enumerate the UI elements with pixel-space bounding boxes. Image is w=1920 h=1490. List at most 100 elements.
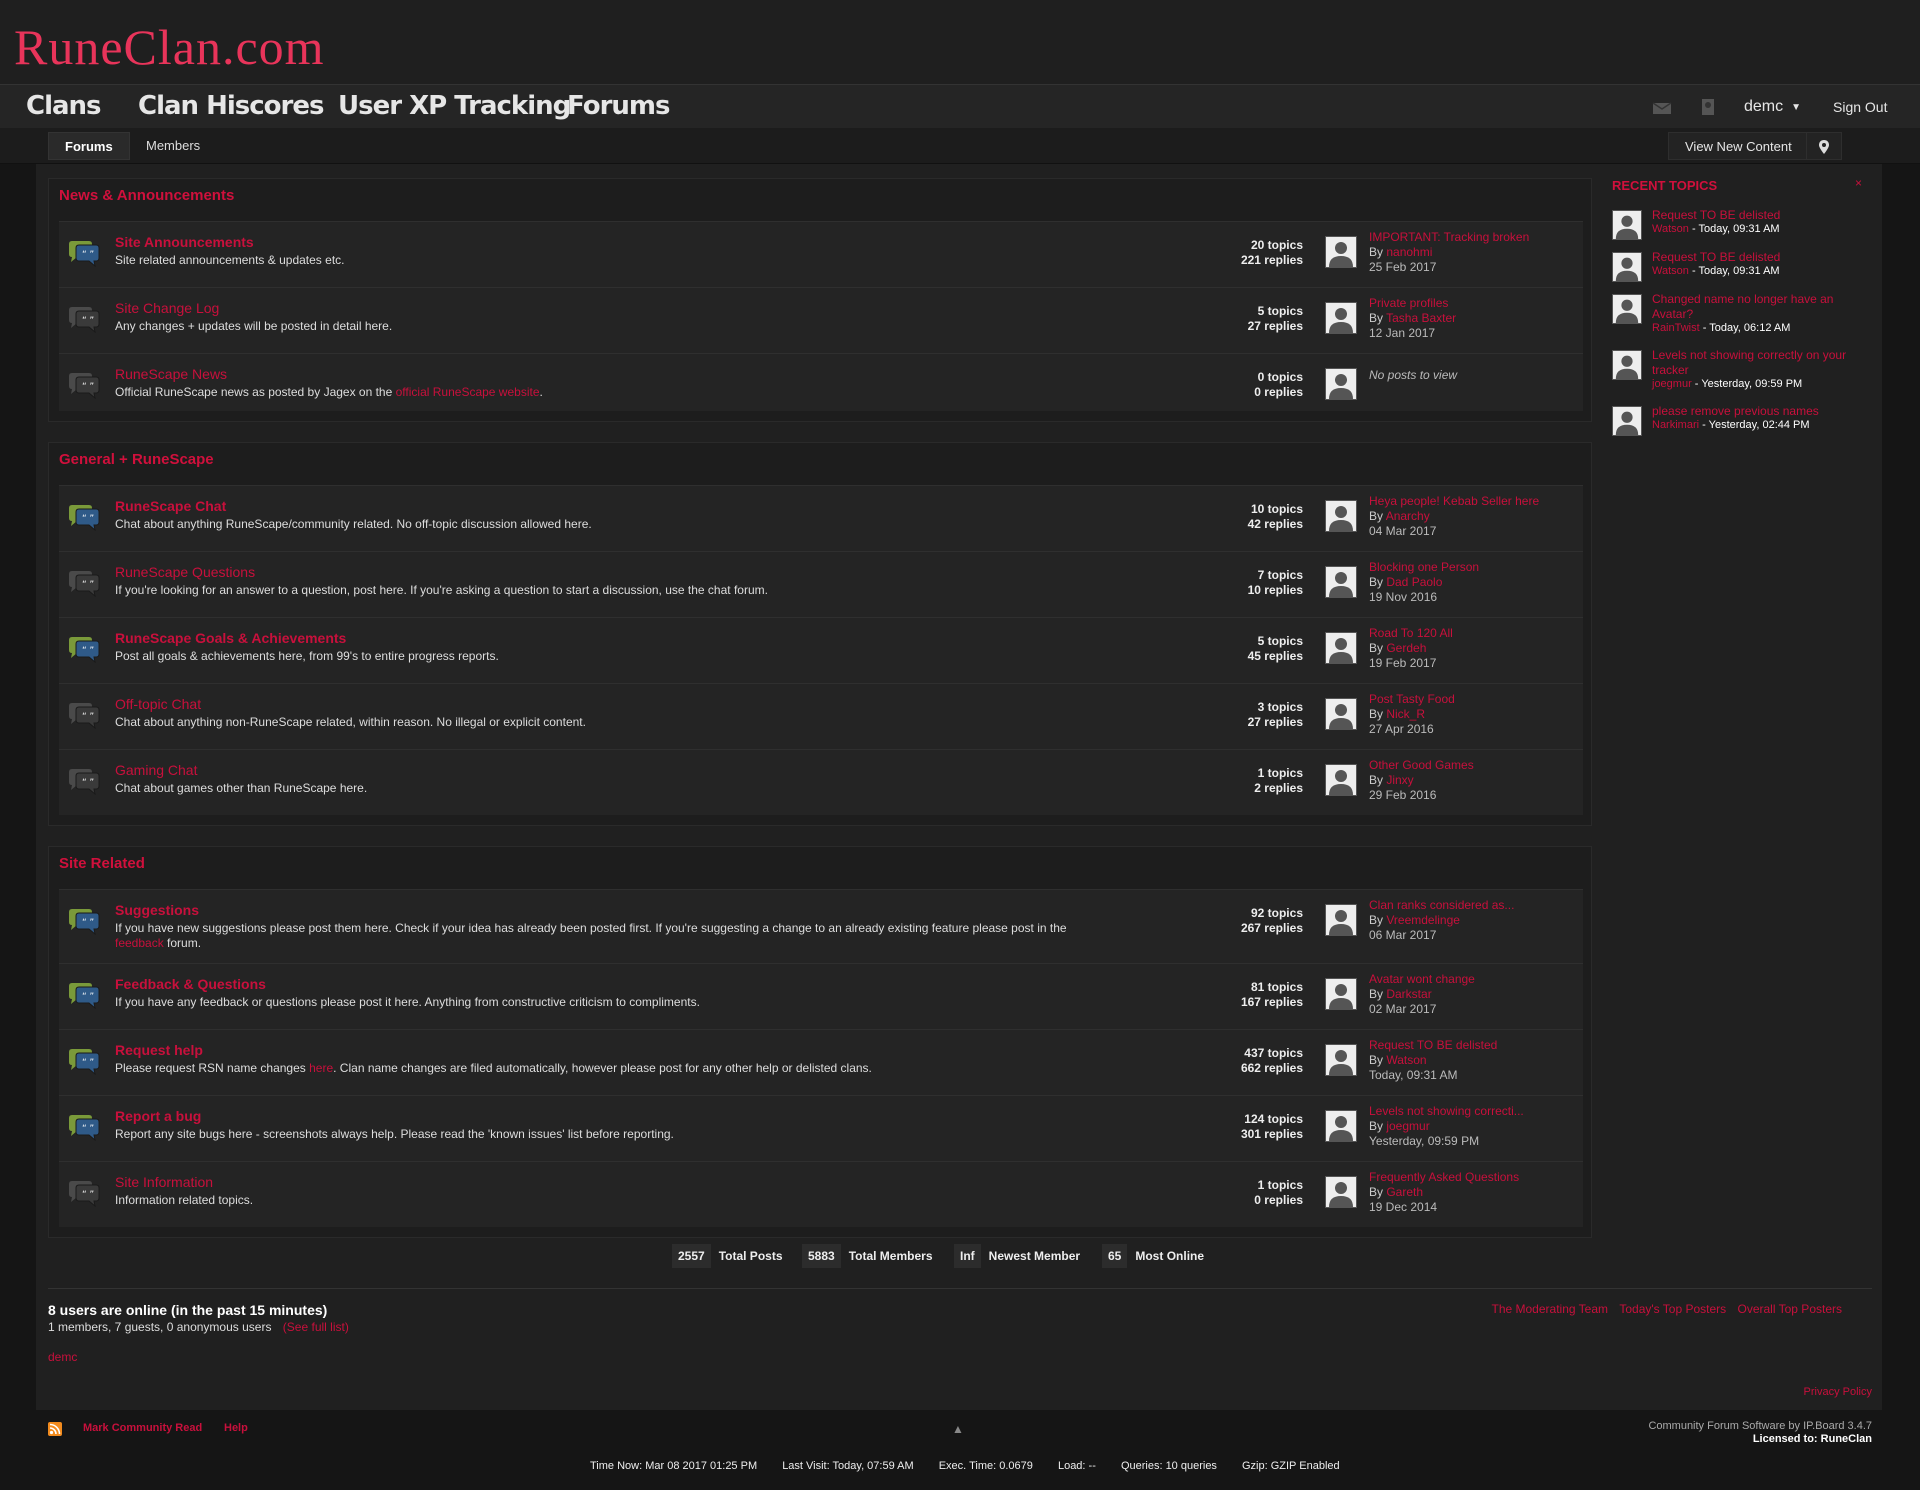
description-link[interactable]: official RuneScape website bbox=[396, 385, 540, 399]
forum-name[interactable]: RuneScape News bbox=[115, 366, 227, 382]
avatar[interactable] bbox=[1325, 1176, 1357, 1208]
forum-name[interactable]: RuneScape Chat bbox=[115, 498, 226, 514]
avatar[interactable] bbox=[1325, 1110, 1357, 1142]
view-new-content-button[interactable]: View New Content bbox=[1668, 132, 1809, 160]
todays-top-posters-link[interactable]: Today's Top Posters bbox=[1619, 1302, 1726, 1316]
rss-icon[interactable] bbox=[48, 1422, 62, 1436]
online-user-link[interactable]: demc bbox=[48, 1350, 77, 1364]
last-post-author[interactable]: Vreemdelinge bbox=[1386, 913, 1460, 927]
forum-read-icon[interactable]: “ ” bbox=[67, 372, 101, 400]
last-post-title[interactable]: Clan ranks considered as... bbox=[1369, 898, 1514, 913]
nav-clan-hiscores[interactable]: Clan Hiscores bbox=[138, 91, 324, 121]
avatar[interactable] bbox=[1612, 350, 1642, 380]
last-post-author[interactable]: Gareth bbox=[1386, 1185, 1423, 1199]
back-to-top-icon[interactable]: ▲ bbox=[952, 1422, 964, 1436]
avatar[interactable] bbox=[1612, 406, 1642, 436]
recent-topic-title[interactable]: Levels not showing correctly on your tra… bbox=[1652, 348, 1862, 378]
help-link[interactable]: Help bbox=[224, 1422, 248, 1434]
nav-forums[interactable]: Forums bbox=[567, 91, 670, 121]
last-post-author[interactable]: Watson bbox=[1386, 1053, 1426, 1067]
last-post-author[interactable]: Jinxy bbox=[1386, 773, 1413, 787]
nav-clans[interactable]: Clans bbox=[26, 91, 102, 121]
mark-community-read-link[interactable]: Mark Community Read bbox=[83, 1422, 202, 1434]
tab-members[interactable]: Members bbox=[130, 132, 216, 160]
avatar[interactable] bbox=[1612, 210, 1642, 240]
forum-name[interactable]: Report a bug bbox=[115, 1108, 201, 1124]
description-link[interactable]: here bbox=[309, 1061, 333, 1075]
last-post-title[interactable]: Levels not showing correcti... bbox=[1369, 1104, 1524, 1119]
last-post-author[interactable]: Tasha Baxter bbox=[1386, 311, 1456, 325]
recent-topic-title[interactable]: Changed name no longer have an Avatar? bbox=[1652, 292, 1862, 322]
last-post-title[interactable]: Road To 120 All bbox=[1369, 626, 1453, 641]
forum-read-icon[interactable]: “ ” bbox=[67, 702, 101, 730]
last-post-title[interactable]: Heya people! Kebab Seller here bbox=[1369, 494, 1539, 509]
last-post-title[interactable]: Frequently Asked Questions bbox=[1369, 1170, 1519, 1185]
avatar[interactable] bbox=[1325, 236, 1357, 268]
location-pin-icon[interactable] bbox=[1806, 132, 1842, 160]
recent-topic-title[interactable]: please remove previous names bbox=[1652, 404, 1862, 419]
overall-top-posters-link[interactable]: Overall Top Posters bbox=[1738, 1302, 1843, 1316]
forum-name[interactable]: Off-topic Chat bbox=[115, 696, 201, 712]
avatar[interactable] bbox=[1325, 566, 1357, 598]
site-logo[interactable]: RuneClan.com bbox=[14, 18, 325, 76]
privacy-policy-link[interactable]: Privacy Policy bbox=[1804, 1386, 1872, 1398]
last-post-title[interactable]: Request TO BE delisted bbox=[1369, 1038, 1497, 1053]
forum-name[interactable]: Site Announcements bbox=[115, 234, 254, 250]
last-post-title[interactable]: Post Tasty Food bbox=[1369, 692, 1455, 707]
avatar[interactable] bbox=[1325, 500, 1357, 532]
category-title[interactable]: General + RuneScape bbox=[59, 451, 214, 468]
last-post-title[interactable]: IMPORTANT: Tracking broken bbox=[1369, 230, 1529, 245]
notifications-icon[interactable] bbox=[1700, 85, 1716, 129]
last-post-author[interactable]: Darkstar bbox=[1386, 987, 1431, 1001]
last-post-author[interactable]: joegmur bbox=[1386, 1119, 1429, 1133]
avatar[interactable] bbox=[1612, 294, 1642, 324]
user-menu[interactable]: demc ▼ bbox=[1744, 85, 1801, 129]
forum-unread-icon[interactable]: “ ” bbox=[67, 636, 101, 664]
nav-user-xp-tracking[interactable]: User XP Tracking bbox=[338, 91, 571, 121]
moderating-team-link[interactable]: The Moderating Team bbox=[1492, 1302, 1609, 1316]
forum-read-icon[interactable]: “ ” bbox=[67, 570, 101, 598]
avatar[interactable] bbox=[1325, 632, 1357, 664]
category-title[interactable]: News & Announcements bbox=[59, 187, 234, 204]
avatar[interactable] bbox=[1325, 1044, 1357, 1076]
last-post-title[interactable]: Blocking one Person bbox=[1369, 560, 1479, 575]
avatar[interactable] bbox=[1325, 302, 1357, 334]
forum-read-icon[interactable]: “ ” bbox=[67, 1180, 101, 1208]
last-post-title[interactable]: Private profiles bbox=[1369, 296, 1456, 311]
avatar[interactable] bbox=[1325, 698, 1357, 730]
inbox-icon[interactable] bbox=[1652, 85, 1672, 129]
forum-name[interactable]: Site Change Log bbox=[115, 300, 219, 316]
close-icon[interactable]: × bbox=[1855, 176, 1862, 190]
forum-name[interactable]: RuneScape Questions bbox=[115, 564, 255, 580]
forum-read-icon[interactable]: “ ” bbox=[67, 306, 101, 334]
avatar[interactable] bbox=[1325, 978, 1357, 1010]
forum-name[interactable]: Site Information bbox=[115, 1174, 213, 1190]
last-post-title[interactable]: Avatar wont change bbox=[1369, 972, 1475, 987]
forum-unread-icon[interactable]: “ ” bbox=[67, 240, 101, 268]
last-post-author[interactable]: Dad Paolo bbox=[1386, 575, 1442, 589]
forum-name[interactable]: Feedback & Questions bbox=[115, 976, 266, 992]
avatar[interactable] bbox=[1325, 904, 1357, 936]
forum-name[interactable]: Request help bbox=[115, 1042, 203, 1058]
avatar[interactable] bbox=[1325, 368, 1357, 400]
category-title[interactable]: Site Related bbox=[59, 855, 145, 872]
forum-unread-icon[interactable]: “ ” bbox=[67, 908, 101, 936]
forum-name[interactable]: Suggestions bbox=[115, 902, 199, 918]
avatar[interactable] bbox=[1325, 764, 1357, 796]
forum-unread-icon[interactable]: “ ” bbox=[67, 504, 101, 532]
forum-name[interactable]: Gaming Chat bbox=[115, 762, 197, 778]
forum-unread-icon[interactable]: “ ” bbox=[67, 982, 101, 1010]
last-post-author[interactable]: Gerdeh bbox=[1386, 641, 1426, 655]
avatar[interactable] bbox=[1612, 252, 1642, 282]
see-full-list-link[interactable]: (See full list) bbox=[283, 1320, 349, 1334]
description-link[interactable]: feedback bbox=[115, 936, 164, 950]
forum-read-icon[interactable]: “ ” bbox=[67, 768, 101, 796]
forum-unread-icon[interactable]: “ ” bbox=[67, 1048, 101, 1076]
forum-name[interactable]: RuneScape Goals & Achievements bbox=[115, 630, 346, 646]
tab-forums[interactable]: Forums bbox=[48, 132, 130, 160]
last-post-author[interactable]: Anarchy bbox=[1386, 509, 1430, 523]
last-post-title[interactable]: Other Good Games bbox=[1369, 758, 1474, 773]
forum-unread-icon[interactable]: “ ” bbox=[67, 1114, 101, 1142]
last-post-author[interactable]: nanohmi bbox=[1386, 245, 1432, 259]
recent-topic-title[interactable]: Request TO BE delisted bbox=[1652, 250, 1862, 265]
